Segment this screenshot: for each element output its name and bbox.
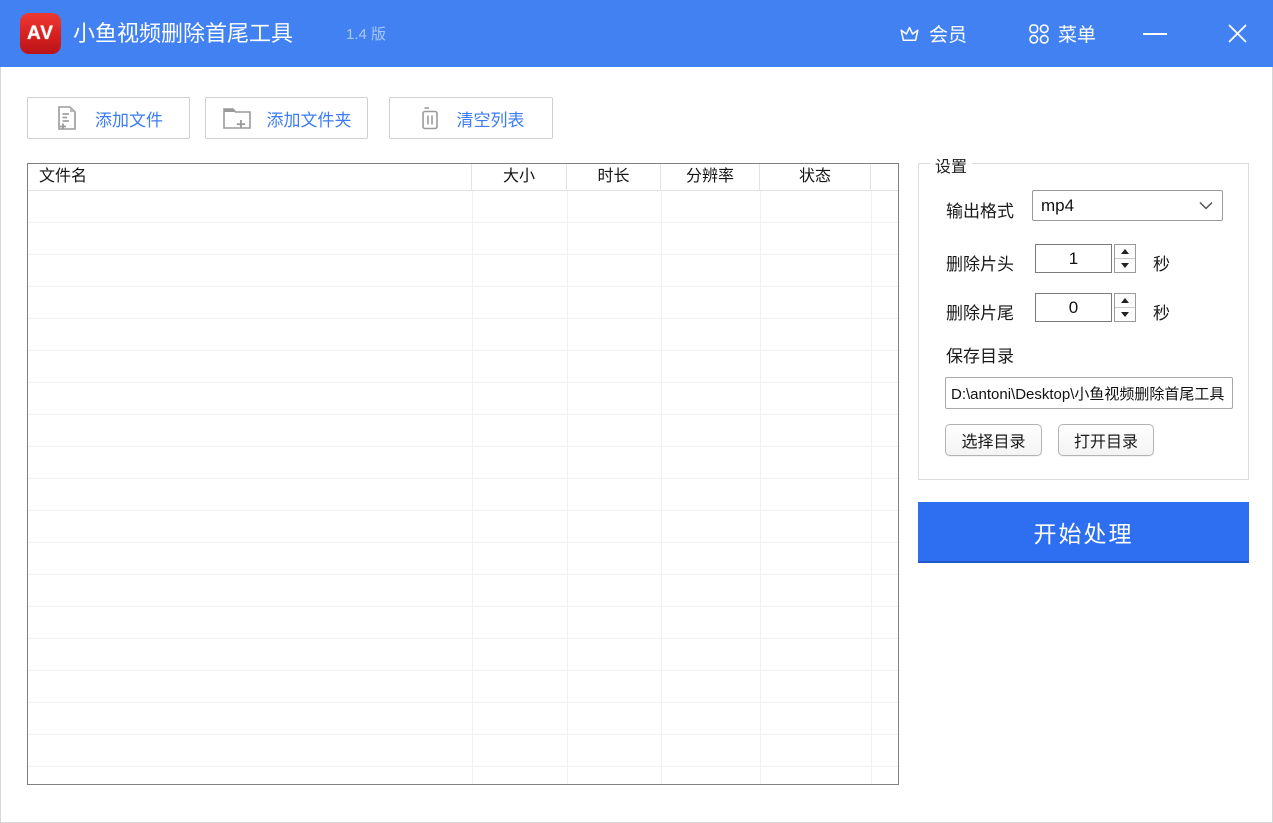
trim-tail-input[interactable] bbox=[1035, 293, 1112, 322]
table-row bbox=[28, 383, 898, 415]
add-file-button[interactable]: 添加文件 bbox=[27, 97, 190, 139]
start-processing-button[interactable]: 开始处理 bbox=[918, 502, 1249, 563]
minimize-icon bbox=[1143, 32, 1167, 36]
table-row bbox=[28, 255, 898, 287]
column-divider bbox=[472, 191, 473, 784]
app-window: { "window": { "title": "小鱼视频删除首尾工具", "ve… bbox=[0, 0, 1273, 823]
trim-tail-label: 删除片尾 bbox=[946, 299, 1014, 324]
stepper-down-button[interactable] bbox=[1115, 259, 1135, 273]
open-dir-button[interactable]: 打开目录 bbox=[1058, 424, 1154, 456]
crown-icon bbox=[898, 23, 921, 45]
column-header-duration[interactable]: 时长 bbox=[567, 164, 661, 190]
column-divider bbox=[567, 191, 568, 784]
table-row bbox=[28, 671, 898, 703]
file-table-header: 文件名 大小 时长 分辨率 状态 bbox=[28, 164, 898, 191]
table-row bbox=[28, 607, 898, 639]
add-folder-button[interactable]: 添加文件夹 bbox=[205, 97, 368, 139]
triangle-down-icon bbox=[1121, 263, 1129, 268]
trim-tail-stepper bbox=[1114, 293, 1136, 322]
clear-list-button[interactable]: 清空列表 bbox=[389, 97, 553, 139]
app-logo: AV bbox=[20, 13, 61, 54]
trim-head-label: 删除片头 bbox=[946, 250, 1014, 275]
table-row bbox=[28, 735, 898, 767]
app-version: 1.4 版 bbox=[346, 0, 386, 67]
save-dir-label: 保存目录 bbox=[946, 342, 1014, 367]
triangle-up-icon bbox=[1121, 249, 1129, 254]
triangle-down-icon bbox=[1121, 312, 1129, 317]
column-header-filename[interactable]: 文件名 bbox=[28, 164, 472, 190]
table-row bbox=[28, 415, 898, 447]
member-label: 会员 bbox=[929, 20, 967, 47]
column-header-spacer bbox=[871, 164, 898, 190]
column-header-resolution[interactable]: 分辨率 bbox=[661, 164, 760, 190]
stepper-up-button[interactable] bbox=[1115, 245, 1135, 259]
trim-tail-unit: 秒 bbox=[1153, 299, 1170, 324]
choose-dir-button[interactable]: 选择目录 bbox=[945, 424, 1042, 456]
table-row bbox=[28, 351, 898, 383]
column-header-size[interactable]: 大小 bbox=[472, 164, 567, 190]
output-format-label: 输出格式 bbox=[946, 197, 1014, 222]
table-row bbox=[28, 543, 898, 575]
clear-list-label: 清空列表 bbox=[457, 106, 525, 131]
table-row bbox=[28, 223, 898, 255]
add-folder-icon bbox=[222, 105, 252, 131]
output-format-select[interactable]: mp4 bbox=[1032, 190, 1223, 221]
column-divider bbox=[661, 191, 662, 784]
trim-head-unit: 秒 bbox=[1153, 250, 1170, 275]
table-row bbox=[28, 639, 898, 671]
app-logo-text: AV bbox=[27, 23, 54, 45]
save-dir-input[interactable] bbox=[945, 377, 1233, 409]
stepper-up-button[interactable] bbox=[1115, 294, 1135, 308]
table-row bbox=[28, 575, 898, 607]
close-button[interactable] bbox=[1222, 0, 1252, 67]
grid-menu-icon bbox=[1028, 23, 1050, 45]
add-file-label: 添加文件 bbox=[95, 106, 163, 131]
settings-group: 设置 输出格式 mp4 删除片头 秒 删除片尾 秒 保存目录 选择目录 打开目录 bbox=[918, 163, 1249, 480]
table-row bbox=[28, 511, 898, 543]
menu-button[interactable]: 菜单 bbox=[1028, 0, 1096, 67]
table-row bbox=[28, 767, 898, 784]
table-row bbox=[28, 447, 898, 479]
trim-head-stepper bbox=[1114, 244, 1136, 273]
file-table-body[interactable] bbox=[28, 191, 898, 784]
column-header-status[interactable]: 状态 bbox=[760, 164, 871, 190]
table-row bbox=[28, 479, 898, 511]
menu-label: 菜单 bbox=[1058, 20, 1096, 47]
settings-group-title: 设置 bbox=[930, 153, 972, 177]
add-file-icon bbox=[54, 104, 80, 132]
chevron-down-icon bbox=[1199, 201, 1213, 210]
column-divider bbox=[871, 191, 872, 784]
triangle-up-icon bbox=[1121, 298, 1129, 303]
table-row bbox=[28, 703, 898, 735]
output-format-value: mp4 bbox=[1033, 196, 1199, 216]
file-table: 文件名 大小 时长 分辨率 状态 bbox=[27, 163, 899, 785]
member-button[interactable]: 会员 bbox=[898, 0, 967, 67]
trim-head-input[interactable] bbox=[1035, 244, 1112, 273]
add-folder-label: 添加文件夹 bbox=[267, 106, 352, 131]
table-row bbox=[28, 319, 898, 351]
table-row bbox=[28, 191, 898, 223]
close-icon bbox=[1228, 24, 1247, 43]
minimize-button[interactable] bbox=[1140, 0, 1170, 67]
app-title: 小鱼视频删除首尾工具 bbox=[73, 0, 293, 67]
titlebar: AV 小鱼视频删除首尾工具 1.4 版 会员 菜单 bbox=[0, 0, 1273, 67]
stepper-down-button[interactable] bbox=[1115, 308, 1135, 322]
trash-icon bbox=[418, 105, 442, 132]
table-row bbox=[28, 287, 898, 319]
column-divider bbox=[760, 191, 761, 784]
